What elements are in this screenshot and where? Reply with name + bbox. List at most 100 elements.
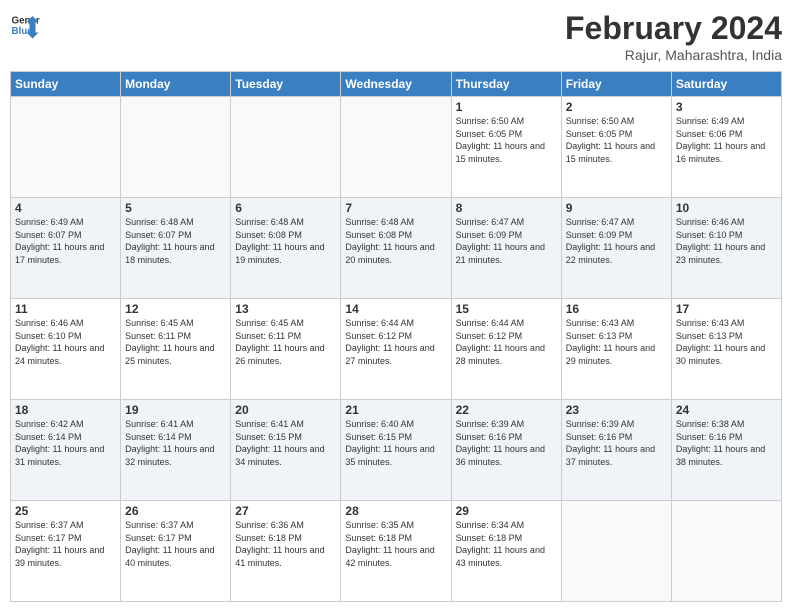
day-number: 3 (676, 100, 777, 114)
day-info: Sunrise: 6:48 AMSunset: 6:07 PMDaylight:… (125, 216, 226, 266)
table-row: 27Sunrise: 6:36 AMSunset: 6:18 PMDayligh… (231, 501, 341, 602)
day-info: Sunrise: 6:39 AMSunset: 6:16 PMDaylight:… (456, 418, 557, 468)
day-info: Sunrise: 6:37 AMSunset: 6:17 PMDaylight:… (125, 519, 226, 569)
table-row: 16Sunrise: 6:43 AMSunset: 6:13 PMDayligh… (561, 299, 671, 400)
day-number: 17 (676, 302, 777, 316)
day-number: 12 (125, 302, 226, 316)
table-row: 2Sunrise: 6:50 AMSunset: 6:05 PMDaylight… (561, 97, 671, 198)
table-row: 1Sunrise: 6:50 AMSunset: 6:05 PMDaylight… (451, 97, 561, 198)
table-row (11, 97, 121, 198)
day-info: Sunrise: 6:38 AMSunset: 6:16 PMDaylight:… (676, 418, 777, 468)
table-row: 11Sunrise: 6:46 AMSunset: 6:10 PMDayligh… (11, 299, 121, 400)
logo: General Blue (10, 10, 40, 40)
day-info: Sunrise: 6:45 AMSunset: 6:11 PMDaylight:… (125, 317, 226, 367)
day-info: Sunrise: 6:45 AMSunset: 6:11 PMDaylight:… (235, 317, 336, 367)
table-row: 15Sunrise: 6:44 AMSunset: 6:12 PMDayligh… (451, 299, 561, 400)
day-number: 21 (345, 403, 446, 417)
logo-icon: General Blue (10, 10, 40, 40)
col-friday: Friday (561, 72, 671, 97)
day-number: 5 (125, 201, 226, 215)
day-number: 22 (456, 403, 557, 417)
table-row: 5Sunrise: 6:48 AMSunset: 6:07 PMDaylight… (121, 198, 231, 299)
day-number: 23 (566, 403, 667, 417)
day-info: Sunrise: 6:34 AMSunset: 6:18 PMDaylight:… (456, 519, 557, 569)
location: Rajur, Maharashtra, India (565, 47, 782, 63)
day-info: Sunrise: 6:41 AMSunset: 6:15 PMDaylight:… (235, 418, 336, 468)
day-info: Sunrise: 6:35 AMSunset: 6:18 PMDaylight:… (345, 519, 446, 569)
day-number: 4 (15, 201, 116, 215)
table-row: 20Sunrise: 6:41 AMSunset: 6:15 PMDayligh… (231, 400, 341, 501)
month-title: February 2024 (565, 10, 782, 47)
calendar-week-row: 25Sunrise: 6:37 AMSunset: 6:17 PMDayligh… (11, 501, 782, 602)
calendar-week-row: 11Sunrise: 6:46 AMSunset: 6:10 PMDayligh… (11, 299, 782, 400)
calendar-week-row: 18Sunrise: 6:42 AMSunset: 6:14 PMDayligh… (11, 400, 782, 501)
day-info: Sunrise: 6:44 AMSunset: 6:12 PMDaylight:… (345, 317, 446, 367)
day-info: Sunrise: 6:49 AMSunset: 6:06 PMDaylight:… (676, 115, 777, 165)
day-number: 16 (566, 302, 667, 316)
day-number: 18 (15, 403, 116, 417)
day-info: Sunrise: 6:37 AMSunset: 6:17 PMDaylight:… (15, 519, 116, 569)
day-info: Sunrise: 6:46 AMSunset: 6:10 PMDaylight:… (676, 216, 777, 266)
day-number: 29 (456, 504, 557, 518)
day-info: Sunrise: 6:44 AMSunset: 6:12 PMDaylight:… (456, 317, 557, 367)
day-info: Sunrise: 6:48 AMSunset: 6:08 PMDaylight:… (235, 216, 336, 266)
day-info: Sunrise: 6:47 AMSunset: 6:09 PMDaylight:… (456, 216, 557, 266)
table-row: 26Sunrise: 6:37 AMSunset: 6:17 PMDayligh… (121, 501, 231, 602)
header: General Blue February 2024 Rajur, Mahara… (10, 10, 782, 63)
table-row: 12Sunrise: 6:45 AMSunset: 6:11 PMDayligh… (121, 299, 231, 400)
table-row: 9Sunrise: 6:47 AMSunset: 6:09 PMDaylight… (561, 198, 671, 299)
table-row: 10Sunrise: 6:46 AMSunset: 6:10 PMDayligh… (671, 198, 781, 299)
table-row: 8Sunrise: 6:47 AMSunset: 6:09 PMDaylight… (451, 198, 561, 299)
table-row: 29Sunrise: 6:34 AMSunset: 6:18 PMDayligh… (451, 501, 561, 602)
page: General Blue February 2024 Rajur, Mahara… (0, 0, 792, 612)
table-row: 3Sunrise: 6:49 AMSunset: 6:06 PMDaylight… (671, 97, 781, 198)
table-row (231, 97, 341, 198)
day-number: 14 (345, 302, 446, 316)
table-row: 18Sunrise: 6:42 AMSunset: 6:14 PMDayligh… (11, 400, 121, 501)
table-row: 25Sunrise: 6:37 AMSunset: 6:17 PMDayligh… (11, 501, 121, 602)
table-row: 14Sunrise: 6:44 AMSunset: 6:12 PMDayligh… (341, 299, 451, 400)
table-row: 22Sunrise: 6:39 AMSunset: 6:16 PMDayligh… (451, 400, 561, 501)
day-number: 1 (456, 100, 557, 114)
calendar-header-row: Sunday Monday Tuesday Wednesday Thursday… (11, 72, 782, 97)
day-number: 15 (456, 302, 557, 316)
day-number: 11 (15, 302, 116, 316)
day-number: 2 (566, 100, 667, 114)
day-info: Sunrise: 6:41 AMSunset: 6:14 PMDaylight:… (125, 418, 226, 468)
table-row: 7Sunrise: 6:48 AMSunset: 6:08 PMDaylight… (341, 198, 451, 299)
table-row: 24Sunrise: 6:38 AMSunset: 6:16 PMDayligh… (671, 400, 781, 501)
day-number: 7 (345, 201, 446, 215)
col-saturday: Saturday (671, 72, 781, 97)
day-number: 6 (235, 201, 336, 215)
table-row: 19Sunrise: 6:41 AMSunset: 6:14 PMDayligh… (121, 400, 231, 501)
title-block: February 2024 Rajur, Maharashtra, India (565, 10, 782, 63)
col-thursday: Thursday (451, 72, 561, 97)
table-row: 6Sunrise: 6:48 AMSunset: 6:08 PMDaylight… (231, 198, 341, 299)
calendar-week-row: 4Sunrise: 6:49 AMSunset: 6:07 PMDaylight… (11, 198, 782, 299)
table-row: 28Sunrise: 6:35 AMSunset: 6:18 PMDayligh… (341, 501, 451, 602)
table-row: 21Sunrise: 6:40 AMSunset: 6:15 PMDayligh… (341, 400, 451, 501)
day-info: Sunrise: 6:39 AMSunset: 6:16 PMDaylight:… (566, 418, 667, 468)
table-row: 4Sunrise: 6:49 AMSunset: 6:07 PMDaylight… (11, 198, 121, 299)
day-number: 26 (125, 504, 226, 518)
day-info: Sunrise: 6:47 AMSunset: 6:09 PMDaylight:… (566, 216, 667, 266)
col-tuesday: Tuesday (231, 72, 341, 97)
table-row: 13Sunrise: 6:45 AMSunset: 6:11 PMDayligh… (231, 299, 341, 400)
day-info: Sunrise: 6:42 AMSunset: 6:14 PMDaylight:… (15, 418, 116, 468)
table-row: 17Sunrise: 6:43 AMSunset: 6:13 PMDayligh… (671, 299, 781, 400)
day-info: Sunrise: 6:49 AMSunset: 6:07 PMDaylight:… (15, 216, 116, 266)
day-info: Sunrise: 6:46 AMSunset: 6:10 PMDaylight:… (15, 317, 116, 367)
calendar-week-row: 1Sunrise: 6:50 AMSunset: 6:05 PMDaylight… (11, 97, 782, 198)
day-number: 27 (235, 504, 336, 518)
table-row: 23Sunrise: 6:39 AMSunset: 6:16 PMDayligh… (561, 400, 671, 501)
day-info: Sunrise: 6:48 AMSunset: 6:08 PMDaylight:… (345, 216, 446, 266)
day-number: 19 (125, 403, 226, 417)
table-row (561, 501, 671, 602)
day-number: 9 (566, 201, 667, 215)
day-number: 8 (456, 201, 557, 215)
day-number: 25 (15, 504, 116, 518)
day-info: Sunrise: 6:43 AMSunset: 6:13 PMDaylight:… (676, 317, 777, 367)
table-row (341, 97, 451, 198)
table-row (671, 501, 781, 602)
col-sunday: Sunday (11, 72, 121, 97)
